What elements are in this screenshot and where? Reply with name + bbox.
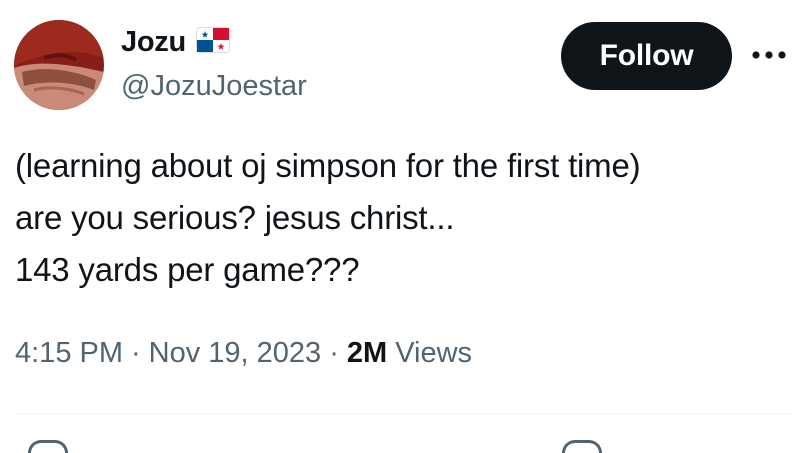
author-display-name[interactable]: Jozu <box>121 25 186 59</box>
author-name-row: Jozu <box>121 25 230 59</box>
tweet-text: (learning about oj simpson for the first… <box>15 140 795 296</box>
avatar-image <box>14 20 104 110</box>
views-count: 2M <box>346 337 388 369</box>
avatar[interactable] <box>14 20 104 110</box>
more-horizontal-icon[interactable] <box>748 40 790 70</box>
views-label: Views <box>395 337 473 369</box>
tweet-text-line: 143 yards per game??? <box>15 251 360 288</box>
meta-separator: · <box>329 337 339 369</box>
follow-button[interactable]: Follow <box>561 22 732 90</box>
divider <box>15 413 790 414</box>
tweet-meta: 4:15 PM · Nov 19, 2023 · 2M Views <box>15 333 472 373</box>
panama-flag-icon <box>195 26 230 58</box>
tweet-date[interactable]: Nov 19, 2023 <box>149 337 322 369</box>
tweet-text-line: (learning about oj simpson for the first… <box>15 147 641 184</box>
author-handle[interactable]: @JozuJoestar <box>121 68 307 104</box>
tweet-time[interactable]: 4:15 PM <box>15 337 123 369</box>
meta-separator: · <box>131 337 141 369</box>
tweet-card: Jozu @JozuJoestar Follow (learning about… <box>0 0 805 453</box>
tweet-text-line: are you serious? jesus christ... <box>15 199 455 236</box>
